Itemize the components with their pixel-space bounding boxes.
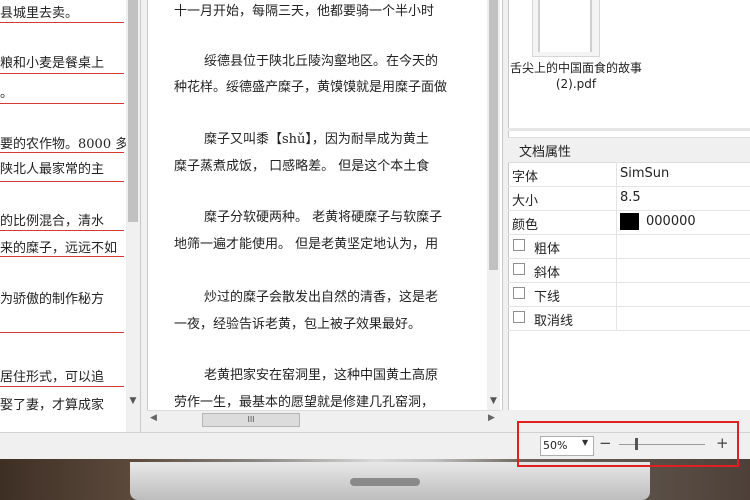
strikethrough-label: 取消线 (534, 314, 574, 329)
doc-text-line: 劳作一生，最基本的愿望就是修建几孔窑洞， (174, 395, 435, 410)
doc-text-line: 老黄把家安在窑洞里，这种中国黄土高原 (204, 368, 439, 383)
doc-text-line: 糜子蒸煮成饭， 口感略差。 但是这个本土食 (174, 159, 430, 174)
red-rule (0, 103, 124, 104)
file-thumbnail-page (538, 0, 592, 52)
bold-label: 粗体 (534, 242, 561, 257)
left-text-line: 粮和小麦是餐桌上 (0, 56, 105, 71)
doc-text-line: 一夜，经验告诉老黄，包上被子效果最好。 (174, 317, 422, 332)
size-value: 8.5 (620, 190, 641, 205)
left-scroll-thumb[interactable] (128, 0, 138, 222)
strikethrough-checkbox[interactable] (513, 311, 525, 323)
chevron-right-icon[interactable]: ▶ (488, 413, 495, 423)
chevron-left-icon[interactable]: ◀ (150, 413, 157, 423)
left-text-line: 。 (0, 86, 14, 101)
color-swatch (620, 213, 639, 230)
document-vertical-scroll-thumb[interactable] (489, 0, 498, 270)
left-text-line: 为骄傲的制作秘方 (0, 292, 105, 307)
italic-checkbox[interactable] (513, 263, 525, 275)
doc-text-line: 糜子又叫黍【shǔ】，因为耐旱成为黄土 (204, 132, 429, 147)
left-text-line: 来的糜子，远远不如 (0, 241, 118, 256)
color-label: 颜色 (512, 218, 539, 233)
font-label: 字体 (512, 170, 539, 185)
left-text-line: 县城里去卖。 (0, 6, 79, 21)
left-page-panel: 县城里去卖。 粮和小麦是餐桌上 。 要的农作物。8000 多 陕北人最家常的主 … (0, 0, 141, 432)
left-text-line: 娶了妻，才算成家 (0, 398, 105, 413)
left-text-line: 要的农作物。8000 多 (0, 137, 126, 152)
red-rule (0, 256, 124, 257)
file-thumbnail-title[interactable]: 舌尖上的中国面食的故事 (2).pdf (508, 60, 644, 92)
bold-checkbox[interactable] (513, 239, 525, 251)
laptop-slot (350, 478, 420, 486)
size-label: 大小 (512, 194, 539, 209)
file-name-line2: (2).pdf (555, 77, 597, 91)
red-rule (0, 230, 124, 231)
doc-text-line: 种花样。绥德盛产糜子，黄馍馍就是用糜子面做 (174, 80, 448, 95)
annotation-highlight-box (517, 421, 739, 467)
red-rule (0, 73, 124, 74)
file-name-line1: 舌尖上的中国面食的故事 (509, 61, 642, 75)
red-rule (0, 181, 124, 182)
red-rule (0, 152, 124, 153)
panel-divider (508, 128, 750, 131)
document-horizontal-scroll-thumb[interactable]: III (202, 413, 300, 427)
underline-checkbox[interactable] (513, 287, 525, 299)
properties-title: 文档属性 (519, 145, 572, 160)
chevron-down-icon[interactable]: ▼ (487, 396, 500, 408)
italic-label: 斜体 (534, 266, 561, 281)
red-rule (0, 332, 124, 333)
doc-text-line: 绥德县位于陕北丘陵沟壑地区。在今天的 (204, 54, 439, 69)
left-text-line: 的比例混合，清水 (0, 214, 105, 229)
document-horizontal-scrollbar[interactable] (147, 410, 501, 429)
color-value: 000000 (646, 214, 696, 229)
left-text-line: 居住形式，可以追 (0, 370, 105, 385)
red-rule (0, 386, 124, 387)
red-rule (0, 22, 124, 23)
font-value: SimSun (620, 166, 670, 181)
doc-text-line: 糜子分软硬两种。 老黄将硬糜子与软糜子 (204, 210, 443, 225)
doc-text-line: 十一月开始，每隔三天，他都要骑一个半小时 (174, 4, 435, 19)
chevron-down-icon[interactable]: ▼ (127, 396, 139, 408)
doc-text-line: 炒过的糜子会散发出自然的清香，这是老 (204, 290, 439, 305)
left-text-line: 陕北人最家常的主 (0, 162, 105, 177)
doc-text-line: 地筛一遍才能使用。 但是老黄坚定地认为，用 (174, 237, 439, 252)
underline-label: 下线 (534, 290, 561, 305)
